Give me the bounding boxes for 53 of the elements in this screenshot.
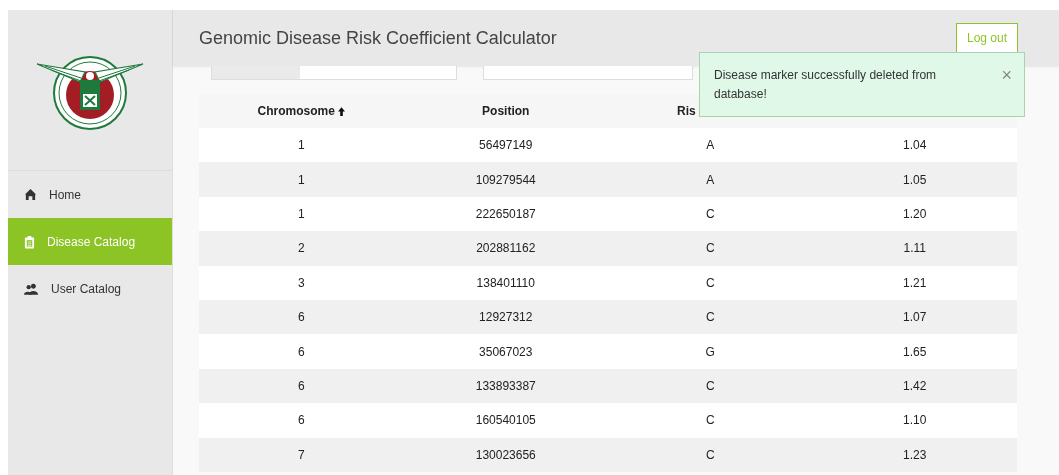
table-cell: 133893387 [475,378,536,393]
sort-up-arrow-icon [337,107,345,116]
table-cell: 222650187 [475,206,536,221]
search-field[interactable] [483,66,693,80]
table-cell: C [705,413,715,428]
table-cell: A [706,172,715,187]
table-cell: 1 [297,138,305,153]
table-cell: 1.20 [903,206,927,221]
table-cell: 1 [297,172,305,187]
table-cell: 160540105 [475,413,536,428]
table-cell: 2 [297,241,305,256]
table-cell: 1.10 [903,413,927,428]
table-cell: C [705,310,715,325]
table-cell: 130023656 [475,447,536,462]
table-cell: 109279544 [475,172,536,187]
users-icon [24,282,39,295]
table-cell: 1.42 [903,378,927,393]
app-title: Genomic Disease Risk Coefficient Calculator [199,27,557,49]
table-cell: 3 [297,275,305,290]
table-cell: 1.05 [903,172,927,187]
table-cell: 1.21 [903,275,927,290]
table-cell: G [705,344,715,359]
alert-message: Disease marker successfully deleted from database! [714,67,938,103]
table-cell: 7 [297,447,305,462]
table-cell: A [706,138,715,153]
table-cell: 1.07 [903,310,927,325]
search-type-selector[interactable] [211,66,457,80]
clipboard-icon [24,234,35,249]
table-cell: C [705,378,715,393]
table-cell: 6 [297,413,305,428]
column-header[interactable]: Position [482,104,530,118]
column-header[interactable]: Ris [677,104,696,118]
table-cell: 202881162 [476,241,536,256]
table-cell: C [705,447,715,462]
column-header[interactable]: Chromosome [257,104,335,118]
table-cell: C [705,241,715,256]
home-icon [24,188,37,201]
table-cell: 12927312 [479,310,533,325]
table-cell: C [705,275,715,290]
table-cell: 6 [297,344,305,359]
table-cell: 35067023 [479,344,533,359]
table-cell: 1.65 [903,344,927,359]
table-cell: 138401110 [476,275,535,290]
table-cell: 1.04 [903,138,927,153]
nav-item[interactable]: Home [8,171,172,218]
table-cell: 1.23 [903,447,927,462]
table-cell: 56497149 [479,138,533,153]
table-cell: 6 [297,378,305,393]
table-cell: 1.11 [903,241,926,256]
nav-item[interactable]: User Catalog [8,265,172,312]
table-cell: 6 [297,310,305,325]
table-cell: 1 [297,206,305,221]
table-cell: C [705,206,715,221]
